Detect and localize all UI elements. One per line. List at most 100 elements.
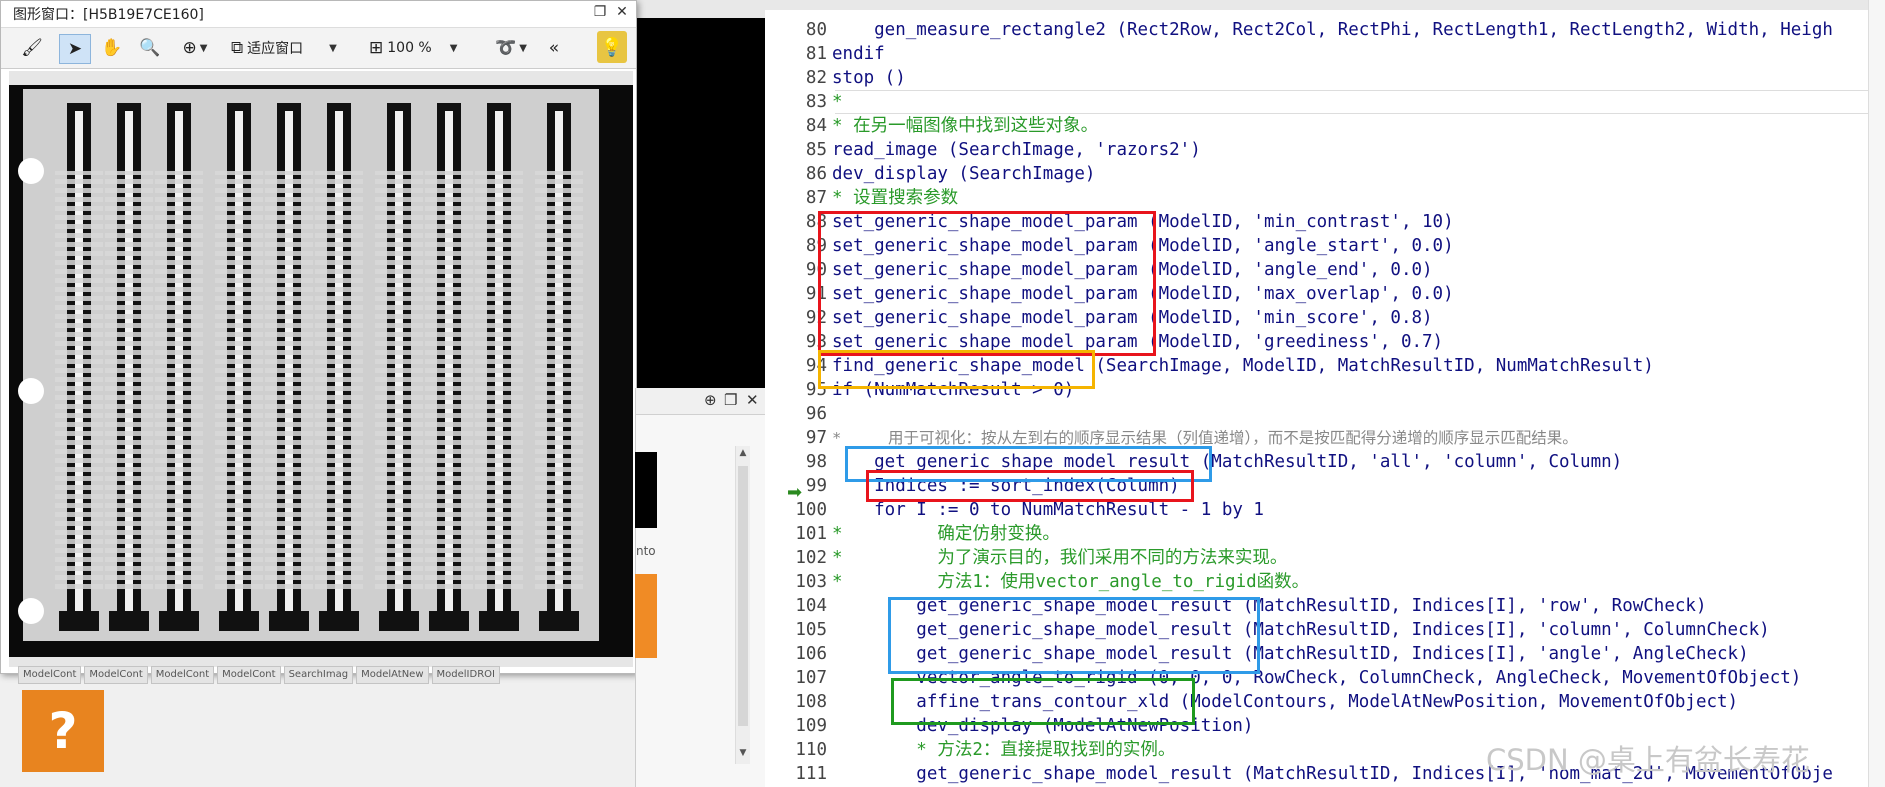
line-number: 101 — [795, 524, 827, 544]
unknown-variable-icon[interactable]: ? — [22, 690, 104, 772]
code-text: read_image (SearchImage, 'razors2') — [832, 140, 1201, 160]
annotation-box-red-set-param — [818, 211, 1156, 356]
code-line[interactable]: 82 stop () — [765, 66, 1885, 90]
scroll-up-icon[interactable]: ▲ — [736, 448, 750, 458]
code-line[interactable]: 101 * 确定仿射变换。 — [765, 522, 1885, 546]
iconic-variable-thumbnail-orange[interactable] — [635, 574, 657, 658]
iconic-variable-tabs: ModelCont ModelCont ModelCont ModelCont … — [18, 666, 658, 684]
code-text: * — [832, 92, 843, 112]
line-number: 108 — [795, 692, 827, 712]
annotation-box-red-sort-index — [866, 470, 1194, 502]
lightbulb-icon[interactable]: 💡 — [597, 31, 627, 63]
hand-tool-icon[interactable]: ✋ — [97, 34, 127, 62]
restore-panel-icon[interactable]: ❐ — [724, 391, 737, 409]
code-text: * 在另一幅图像中找到这些对象。 — [832, 116, 1099, 136]
variable-tab[interactable]: SearchImag — [283, 666, 354, 684]
zoom-percent-label: 100 % — [387, 40, 432, 56]
line-number: 98 — [805, 452, 827, 472]
magnify-tool-icon[interactable]: 🔍 — [135, 34, 165, 62]
line-number: 87 — [805, 188, 827, 208]
variable-tab[interactable]: ModelIDROI — [431, 666, 500, 684]
graphics-window-title: 图形窗口：[H5B19E7CE160] — [13, 7, 204, 23]
clear-brush-icon[interactable]: 🖌 — [17, 34, 47, 62]
annotation-box-blue-get-result-group — [888, 597, 1260, 674]
iconic-variable-thumbnail[interactable] — [635, 452, 657, 528]
code-line[interactable]: 81 endif — [765, 42, 1885, 66]
code-text: endif — [832, 44, 885, 64]
razors-image — [9, 71, 633, 667]
code-text: dev_display (SearchImage) — [832, 164, 1096, 184]
draw-shape-dropdown[interactable]: ➰ ▼ — [489, 34, 533, 62]
pin-icon[interactable]: ⊕ — [704, 391, 717, 409]
close-panel-icon[interactable]: ✕ — [746, 391, 759, 409]
fit-window-label: 适应窗口 — [247, 41, 304, 57]
line-number: 105 — [795, 620, 827, 640]
restore-window-icon[interactable]: ❐ — [591, 3, 609, 21]
annotation-box-green-affine — [891, 678, 1195, 725]
line-number: 80 — [805, 20, 827, 40]
line-number: 86 — [805, 164, 827, 184]
code-line[interactable]: 87 * 设置搜索参数 — [765, 186, 1885, 210]
code-text: stop () — [832, 68, 906, 88]
code-text: * 方法1：使用vector_angle_to_rigid函数。 — [832, 572, 1310, 592]
variable-tab[interactable]: ModelAtNew — [356, 666, 429, 684]
code-text: gen_measure_rectangle2 (Rect2Row, Rect2C… — [832, 20, 1833, 40]
editor-right-edge — [1868, 0, 1885, 787]
variable-tab[interactable]: ModelCont — [150, 666, 215, 684]
more-tools-button[interactable]: « — [541, 34, 567, 62]
fit-window-icon: ⧉ — [231, 38, 244, 58]
line-number: 102 — [795, 548, 827, 568]
variable-tab[interactable]: ModelCont — [84, 666, 148, 684]
line-number: 83 — [805, 92, 827, 112]
variable-panel-header: ⊕ ❐ ✕ — [636, 388, 766, 415]
zoom-in-dropdown[interactable]: ⊕ ▼ — [171, 34, 219, 62]
scrollbar-thumb[interactable] — [738, 466, 748, 726]
code-line[interactable]: 103 * 方法1：使用vector_angle_to_rigid函数。 — [765, 570, 1885, 594]
close-icon[interactable]: ✕ — [613, 3, 631, 21]
line-number: 107 — [795, 668, 827, 688]
fit-window-dropdown[interactable]: ⧉ 适应窗口 ▼ — [231, 34, 361, 62]
line-number: 109 — [795, 716, 827, 736]
code-text: * 为了演示目的，我们采用不同的方法来实现。 — [832, 548, 1288, 568]
line-number: 96 — [805, 404, 827, 424]
variable-tab[interactable]: ModelCont — [217, 666, 281, 684]
scroll-down-icon[interactable]: ▼ — [736, 748, 750, 758]
code-line[interactable]: 83 * — [765, 90, 1885, 114]
variable-panel-scrollbar[interactable]: ▲ ▼ — [735, 446, 750, 764]
truncated-variable-name: nto — [636, 544, 656, 558]
hidden-window-strip — [635, 0, 765, 18]
graphics-window: 图形窗口：[H5B19E7CE160] ❐ ✕ 🖌 ➤ ✋ 🔍 ⊕ ▼ ⧉ 适应窗… — [0, 0, 637, 674]
zoom-percent-dropdown[interactable]: ⊞ 100 % ▼ — [369, 34, 479, 62]
annotation-box-orange-find — [818, 350, 1095, 389]
program-counter-arrow-icon: ➡ — [787, 482, 803, 503]
line-number: 110 — [795, 740, 827, 760]
line-number: 111 — [795, 764, 827, 784]
code-text: * 确定仿射变换。 — [832, 524, 1060, 544]
variable-tab[interactable]: ModelCont — [18, 666, 82, 684]
line-number: 82 — [805, 68, 827, 88]
more-tools-label: « — [548, 38, 560, 58]
pointer-tool-icon[interactable]: ➤ — [59, 34, 91, 64]
graphics-window-titlebar[interactable]: 图形窗口：[H5B19E7CE160] ❐ ✕ — [1, 1, 636, 25]
line-number: 104 — [795, 596, 827, 616]
line-number: 97 — [805, 428, 827, 448]
code-line[interactable]: 85 read_image (SearchImage, 'razors2') — [765, 138, 1885, 162]
code-line[interactable]: 86 dev_display (SearchImage) — [765, 162, 1885, 186]
line-number: 103 — [795, 572, 827, 592]
razor-image-display[interactable] — [9, 71, 633, 667]
line-number: 81 — [805, 44, 827, 64]
code-text: * 方法2：直接提取找到的实例。 — [832, 740, 1176, 760]
code-line[interactable]: 96 — [765, 402, 1885, 426]
editor-tabbar — [765, 0, 1885, 10]
graphics-toolbar: 🖌 ➤ ✋ 🔍 ⊕ ▼ ⧉ 适应窗口 ▼ ⊞ 100 % ▼ ➰ ▼ « — [1, 27, 636, 69]
code-line[interactable]: 102 * 为了演示目的，我们采用不同的方法来实现。 — [765, 546, 1885, 570]
code-text: * 设置搜索参数 — [832, 188, 959, 208]
csdn-watermark: CSDN @桌上有盆长寿花 — [1486, 743, 1810, 777]
background-graphics-canvas — [635, 18, 765, 388]
zoom-grid-icon: ⊞ — [369, 38, 384, 58]
line-number: 84 — [805, 116, 827, 136]
code-line[interactable]: 84 * 在另一幅图像中找到这些对象。 — [765, 114, 1885, 138]
line-number: 85 — [805, 140, 827, 160]
line-number: 106 — [795, 644, 827, 664]
code-line[interactable]: 80 gen_measure_rectangle2 (Rect2Row, Rec… — [765, 18, 1885, 42]
